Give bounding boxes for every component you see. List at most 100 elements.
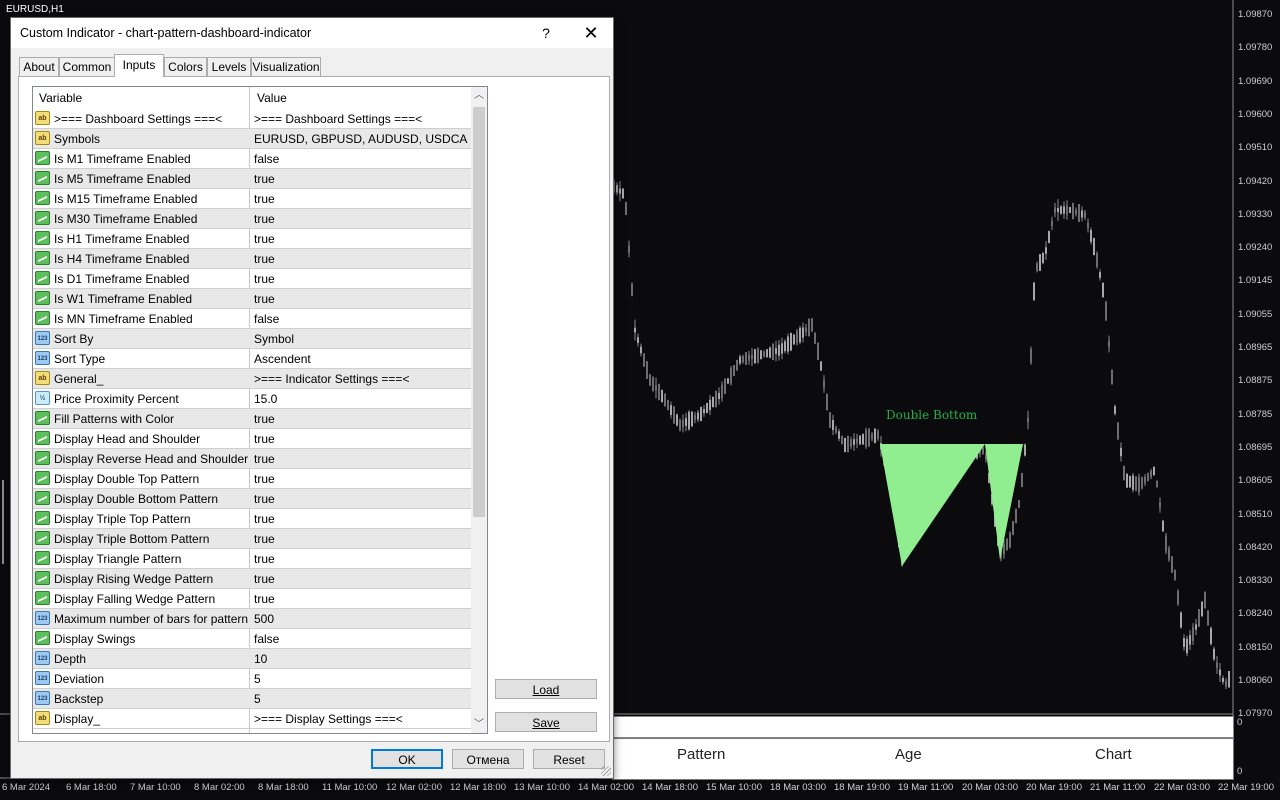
grid-row-value[interactable]: true xyxy=(254,412,468,426)
grid-row[interactable]: Display Head and Shoulder true xyxy=(33,429,471,449)
grid-row-value[interactable]: false xyxy=(254,312,468,326)
grid-row-value[interactable]: false xyxy=(254,632,468,646)
bool-type-icon xyxy=(35,631,50,645)
grid-row-value[interactable]: true xyxy=(254,252,468,266)
grid-row[interactable]: Display Falling Wedge Pattern true xyxy=(33,589,471,609)
grid-row[interactable]: Is M5 Timeframe Enabled true xyxy=(33,169,471,189)
grid-row-value[interactable]: true xyxy=(254,472,468,486)
inputs-grid[interactable]: Variable Value ab >=== Dashboard Settings… xyxy=(32,86,488,734)
grid-row[interactable]: Is H1 Timeframe Enabled true xyxy=(33,229,471,249)
grid-row-value[interactable]: true xyxy=(254,232,468,246)
grid-row[interactable]: Is M30 Timeframe Enabled true xyxy=(33,209,471,229)
grid-row-value[interactable]: true xyxy=(254,212,468,226)
grid-row[interactable]: Fill Patterns with Color true xyxy=(33,409,471,429)
grid-row-value[interactable]: 15.0 xyxy=(254,392,468,406)
grid-row-value[interactable]: true xyxy=(254,512,468,526)
grid-row[interactable]: Is D1 Timeframe Enabled true xyxy=(33,269,471,289)
dashboard-header-age[interactable]: Age xyxy=(895,739,922,771)
grid-row-value[interactable]: true xyxy=(254,532,468,546)
price-tick-label: 1.08150 xyxy=(1238,641,1273,653)
grid-row-value[interactable]: true xyxy=(254,452,468,466)
grid-row-value[interactable]: true xyxy=(254,432,468,446)
grid-row[interactable]: 123 Sort Type Ascendent xyxy=(33,349,471,369)
candle-body xyxy=(853,439,855,445)
tab-about[interactable]: About xyxy=(19,57,59,76)
scroll-thumb[interactable] xyxy=(473,107,485,517)
grid-row[interactable]: Is MN Timeframe Enabled false xyxy=(33,309,471,329)
tab-common[interactable]: Common xyxy=(59,57,115,76)
grid-row-value[interactable]: >=== Display Settings ===< xyxy=(254,712,468,726)
grid-row-value[interactable]: false xyxy=(254,152,468,166)
grid-row-value[interactable]: true xyxy=(254,292,468,306)
load-button[interactable]: Load xyxy=(495,679,597,699)
grid-row[interactable]: Display Double Bottom Pattern true xyxy=(33,489,471,509)
tab-colors[interactable]: Colors xyxy=(164,57,207,76)
grid-row[interactable]: 123 Maximum number of bars for patterns s… xyxy=(33,609,471,629)
dashboard-header-pattern[interactable]: Pattern xyxy=(677,739,725,771)
candle-body xyxy=(844,437,846,453)
grid-row[interactable]: 123 Backstep 5 xyxy=(33,689,471,709)
grid-row-value[interactable]: true xyxy=(254,592,468,606)
grid-row[interactable]: Display Reverse Head and Shoulder P... tr… xyxy=(33,449,471,469)
candle-body xyxy=(712,396,714,408)
grid-row-value[interactable]: true xyxy=(254,492,468,506)
grid-row[interactable]: 123 Sort By Symbol xyxy=(33,329,471,349)
grid-row-value[interactable]: true xyxy=(254,172,468,186)
candle-body xyxy=(1084,212,1086,218)
price-tick-label: 1.09600 xyxy=(1238,108,1273,120)
cancel-button[interactable]: Отмена xyxy=(452,749,524,769)
grid-row[interactable]: Display Double Top Pattern true xyxy=(33,469,471,489)
grid-row[interactable]: ab Symbols EURUSD, GBPUSD, AUDUSD, USDCAD.… xyxy=(33,129,471,149)
grid-row-value[interactable]: 10 xyxy=(254,652,468,666)
help-icon[interactable]: ? xyxy=(535,22,557,44)
ok-button[interactable]: OK xyxy=(371,749,443,769)
candle-body xyxy=(1183,638,1185,647)
column-header-variable[interactable]: Variable xyxy=(39,91,82,105)
grid-row-value[interactable]: Symbol xyxy=(254,332,468,346)
tab-inputs[interactable]: Inputs xyxy=(114,54,164,77)
grid-row[interactable]: ab >=== Dashboard Settings ===< >=== Dashb… xyxy=(33,109,471,129)
grid-row-value[interactable]: EURUSD, GBPUSD, AUDUSD, USDCAD... xyxy=(254,132,468,146)
candle-body xyxy=(811,318,813,332)
grid-row[interactable]: Display Triple Top Pattern true xyxy=(33,509,471,529)
grid-row-value[interactable]: 5 xyxy=(254,692,468,706)
grid-row-value[interactable]: true xyxy=(254,572,468,586)
candle-body xyxy=(622,188,624,199)
grid-row[interactable]: Is W1 Timeframe Enabled true xyxy=(33,289,471,309)
grid-row[interactable]: Is H4 Timeframe Enabled true xyxy=(33,249,471,269)
tab-levels[interactable]: Levels xyxy=(207,57,251,76)
scroll-down-icon[interactable]: ﹀ xyxy=(471,716,487,733)
reset-button[interactable]: Reset xyxy=(533,749,605,769)
grid-scrollbar[interactable]: ︿ ﹀ xyxy=(471,87,487,733)
grid-row[interactable]: ½ Price Proximity Percent 15.0 xyxy=(33,389,471,409)
grid-row[interactable]: Is M1 Timeframe Enabled false xyxy=(33,149,471,169)
grid-row-value[interactable]: true xyxy=(254,192,468,206)
column-header-value[interactable]: Value xyxy=(257,91,287,105)
grid-row-value[interactable]: >=== Indicator Settings ===< xyxy=(254,372,468,386)
grid-row-value[interactable]: true xyxy=(254,552,468,566)
grid-row[interactable]: Is M15 Timeframe Enabled true xyxy=(33,189,471,209)
dialog-titlebar[interactable]: Custom Indicator - chart-pattern-dashboa… xyxy=(11,18,613,48)
candle-body xyxy=(706,402,708,414)
grid-row-value[interactable]: >=== Dashboard Settings ===< xyxy=(254,112,468,126)
grid-row[interactable]: Display Triangle Pattern true xyxy=(33,549,471,569)
grid-row-value[interactable]: Ascendent xyxy=(254,352,468,366)
grid-row[interactable]: Display Rising Wedge Pattern true xyxy=(33,569,471,589)
grid-row-value[interactable]: true xyxy=(254,272,468,286)
grid-row[interactable]: 123 Depth 10 xyxy=(33,649,471,669)
scroll-up-icon[interactable]: ︿ xyxy=(471,87,487,104)
grid-row-value[interactable]: 500 xyxy=(254,612,468,626)
dashboard-header-chart[interactable]: Chart xyxy=(1095,739,1132,771)
grid-row[interactable]: ab Display_ >=== Display Settings ===< xyxy=(33,709,471,729)
grid-row-value[interactable]: 5 xyxy=(254,672,468,686)
grid-row[interactable]: Display Triple Bottom Pattern true xyxy=(33,529,471,549)
candle-body xyxy=(784,341,786,352)
grid-row[interactable]: Display Swings false xyxy=(33,629,471,649)
tab-visualization[interactable]: Visualization xyxy=(251,57,321,76)
resize-grip-icon[interactable] xyxy=(601,766,611,776)
save-button[interactable]: Save xyxy=(495,712,597,732)
grid-row[interactable]: ab General_ >=== Indicator Settings ===< xyxy=(33,369,471,389)
candle-body xyxy=(1117,422,1119,440)
grid-row[interactable]: 123 Deviation 5 xyxy=(33,669,471,689)
close-icon[interactable]: ✕ xyxy=(579,21,603,45)
